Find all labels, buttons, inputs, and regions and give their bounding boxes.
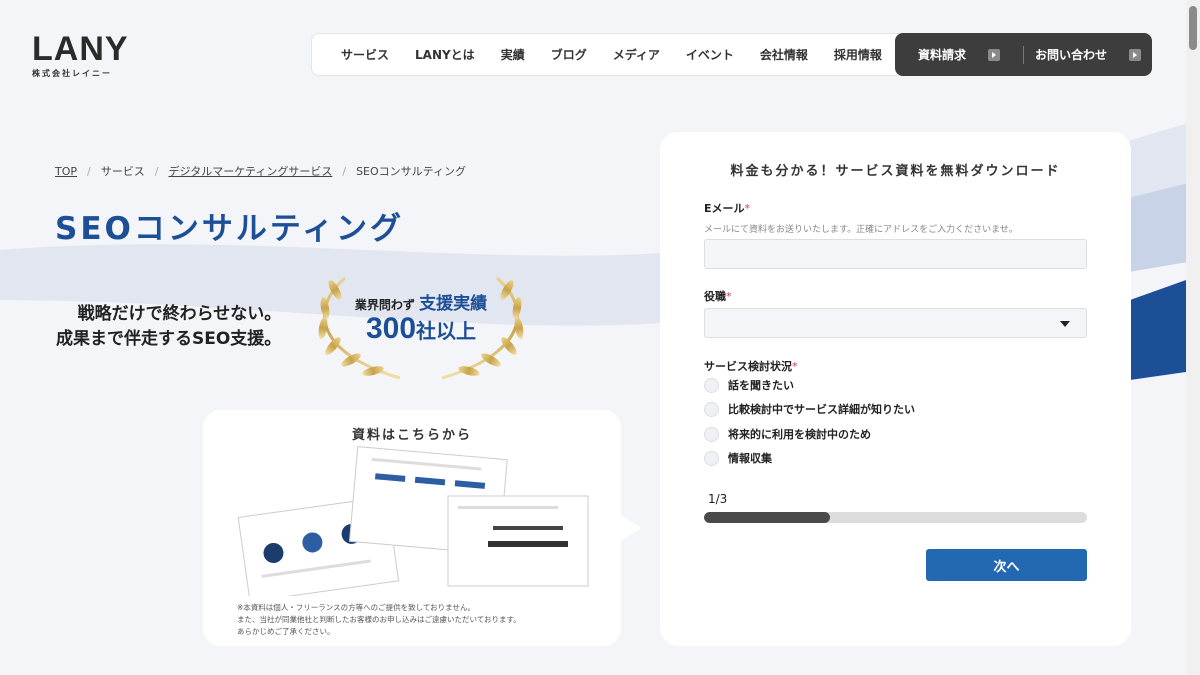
document-note: ※本資料は個人・フリーランスの方等へのご提供を致しておりません。 また、当社が同… [237, 602, 521, 638]
contact-label: お問い合わせ [1034, 48, 1107, 62]
request-docs-button[interactable]: 資料請求 [895, 33, 1023, 76]
scrollbar[interactable] [1186, 0, 1200, 675]
award-unit: 社以上 [416, 319, 477, 343]
chevron-down-icon [1060, 321, 1070, 327]
contact-button[interactable]: お問い合わせ [1024, 33, 1152, 76]
radio-button[interactable] [704, 450, 719, 466]
breadcrumb: TOP / サービス / デジタルマーケティングサービス / SEOコンサルティ… [55, 163, 466, 179]
radio-button[interactable] [704, 426, 719, 442]
arrow-right-icon [988, 48, 1000, 61]
achievement-badge: 業界問わず 支援実績 300社以上 [305, 268, 537, 383]
nav-item-blog[interactable]: ブログ [538, 46, 600, 63]
required-mark: * [726, 290, 732, 303]
radio-button[interactable] [704, 401, 719, 417]
nav-item-about[interactable]: LANYとは [402, 46, 488, 63]
next-button[interactable]: 次へ [926, 549, 1087, 581]
scrollbar-thumb[interactable] [1189, 6, 1197, 50]
breadcrumb-separator: / [154, 164, 159, 178]
nav-item-media[interactable]: メディア [600, 46, 673, 63]
required-mark: * [792, 360, 798, 373]
nav-item-works[interactable]: 実績 [488, 46, 538, 63]
nav-cta-group: 資料請求 お問い合わせ [895, 33, 1152, 76]
email-help-text: メールにて資料をお送りいたします。正確にアドレスをご入力くださいませ。 [704, 225, 1018, 235]
tagline-line-1: 戦略だけで終わらせない。 [77, 304, 282, 324]
award-count: 300 [365, 312, 417, 345]
radio-option-3[interactable]: 将来的に利用を検討中のため [704, 426, 871, 442]
role-label-text: 役職 [704, 290, 726, 303]
radio-option-label: 将来的に利用を検討中のため [728, 428, 871, 441]
company-logo[interactable]: LANY 株式会社レイニー [32, 32, 129, 79]
award-number: 300社以上 [305, 312, 537, 346]
nav-item-service[interactable]: サービス [328, 46, 402, 63]
progress-bar [704, 512, 1087, 523]
hero-tagline: 戦略だけで終わらせない。 成果まで伴走するSEO支援。 [56, 302, 281, 352]
role-select[interactable] [704, 308, 1087, 338]
note-line-1: ※本資料は個人・フリーランスの方等へのご提供を致しておりません。 [237, 603, 475, 612]
nav-item-recruit[interactable]: 採用情報 [821, 46, 895, 63]
step-indicator: 1/3 [708, 492, 728, 506]
breadcrumb-top[interactable]: TOP [55, 165, 77, 178]
breadcrumb-service: サービス [100, 165, 145, 178]
breadcrumb-separator: / [342, 164, 347, 178]
breadcrumb-current: SEOコンサルティング [356, 165, 467, 178]
role-label: 役職* [704, 288, 732, 304]
award-lead: 業界問わず [354, 298, 415, 312]
nav-item-company[interactable]: 会社情報 [747, 46, 821, 63]
award-strong: 支援実績 [419, 294, 488, 314]
radio-option-1[interactable]: 話を聞きたい [704, 377, 794, 393]
document-card-title: 資料はこちらから [351, 428, 472, 443]
radio-option-label: 情報収集 [728, 452, 772, 465]
tagline-line-2: 成果まで伴走するSEO支援。 [56, 329, 282, 349]
breadcrumb-separator: / [87, 164, 91, 178]
nav-item-event[interactable]: イベント [673, 46, 747, 63]
radio-option-2[interactable]: 比較検討中でサービス詳細が知りたい [704, 401, 915, 417]
logo-text: LANY [32, 30, 129, 68]
download-form-card: 料金も分かる！サービス資料を無料ダウンロード Eメール* メールにて資料をお送り… [660, 132, 1131, 646]
status-label-text: サービス検討状況 [704, 360, 792, 373]
document-preview-card: 資料はこちらから ※本資料は個人・フリーランスの方等へのご提供を致しておりません… [203, 410, 641, 646]
email-label: Eメール* [704, 200, 750, 216]
email-label-text: Eメール [704, 202, 745, 215]
radio-option-label: 話を聞きたい [728, 379, 794, 392]
note-line-2: また、当社が同業他社と判断したお客様のお申し込みはご遠慮いただいております。 [237, 615, 521, 624]
page-title: SEOコンサルティング [55, 211, 404, 247]
email-field[interactable] [704, 239, 1087, 269]
document-preview-image [237, 446, 589, 596]
radio-option-label: 比較検討中でサービス詳細が知りたい [728, 403, 915, 416]
progress-fill [704, 512, 831, 523]
global-nav: サービス LANYとは 実績 ブログ メディア イベント 会社情報 採用情報 資… [311, 33, 1152, 76]
request-docs-label: 資料請求 [917, 48, 966, 62]
form-title: 料金も分かる！サービス資料を無料ダウンロード [730, 164, 1061, 179]
radio-button[interactable] [704, 377, 719, 393]
note-line-3: あらかじめご了承ください。 [237, 627, 335, 636]
logo-subtext: 株式会社レイニー [32, 69, 112, 78]
required-mark: * [744, 202, 751, 215]
award-heading: 業界問わず 支援実績 [305, 289, 537, 314]
arrow-right-icon [1129, 48, 1141, 61]
status-label: サービス検討状況* [704, 358, 798, 374]
breadcrumb-digital-marketing[interactable]: デジタルマーケティングサービス [168, 163, 332, 179]
radio-option-4[interactable]: 情報収集 [704, 450, 772, 466]
